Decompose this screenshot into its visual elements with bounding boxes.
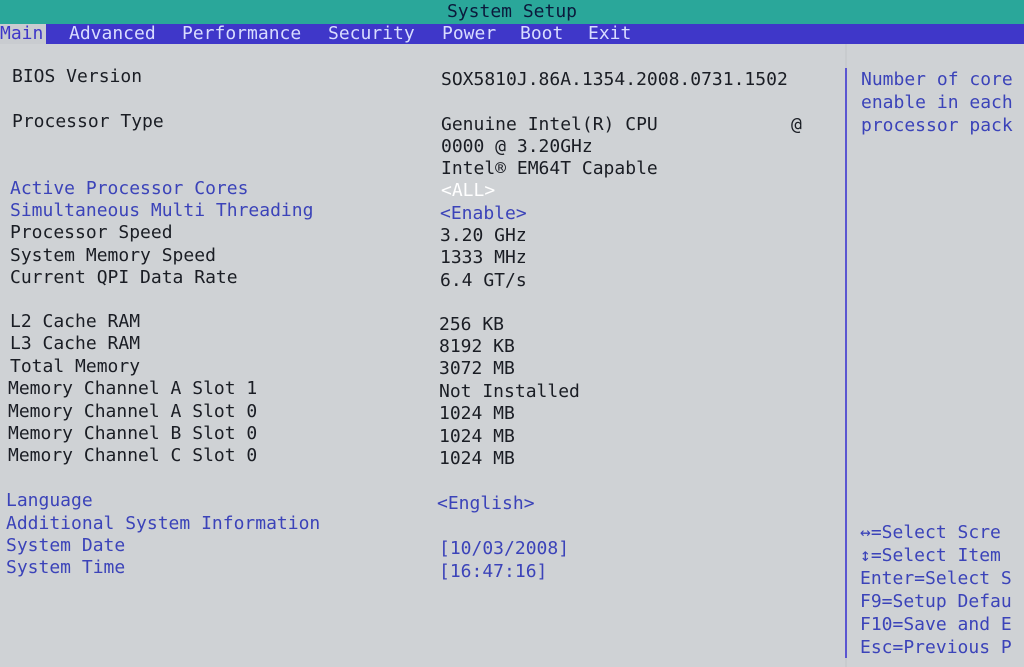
menu-tab-advanced[interactable]: Advanced (69, 24, 156, 44)
key-hint-f10-save: F10=Save and E (860, 614, 1012, 635)
l2-cache-value: 256 KB (439, 314, 505, 335)
active-processor-cores-label[interactable]: Active Processor Cores (10, 178, 248, 200)
l3-cache-label: L3 Cache RAM (10, 333, 141, 354)
l2-cache-label: L2 Cache RAM (10, 311, 141, 332)
processor-type-value-suffix: @ (791, 114, 802, 135)
bios-version-value: SOX5810J.86A.1354.2008.0731.1502 (441, 69, 788, 90)
memory-channel-a-slot-0-label: Memory Channel A Slot 0 (8, 401, 258, 422)
processor-type-value-line3: Intel® EM64T Capable (441, 158, 658, 179)
language-label[interactable]: Language (6, 490, 93, 512)
memory-channel-a-slot-1-value: Not Installed (439, 381, 580, 402)
bios-version-label: BIOS Version (12, 66, 143, 87)
menu-tab-security[interactable]: Security (328, 24, 415, 44)
system-date-value[interactable]: [10/03/2008] (439, 538, 569, 560)
smt-value[interactable]: <Enable> (440, 203, 527, 225)
help-text-line-1: Number of core (861, 69, 1013, 90)
help-text-line-2: enable in each (861, 92, 1013, 113)
processor-speed-value: 3.20 GHz (440, 225, 527, 246)
active-processor-cores-value[interactable]: <ALL> (441, 180, 495, 202)
key-hint-enter-select: Enter=Select S (860, 568, 1012, 589)
menu-tab-power[interactable]: Power (442, 24, 496, 44)
menu-tab-boot[interactable]: Boot (520, 24, 563, 44)
memory-speed-label: System Memory Speed (10, 245, 216, 266)
memory-channel-a-slot-0-value: 1024 MB (439, 403, 515, 424)
key-hint-f9-defaults: F9=Setup Defau (860, 591, 1012, 612)
processor-type-value-line2: 0000 @ 3.20GHz (441, 136, 593, 157)
system-time-value[interactable]: [16:47:16] (439, 561, 547, 583)
qpi-rate-label: Current QPI Data Rate (10, 267, 238, 288)
memory-channel-c-slot-0-value: 1024 MB (439, 448, 515, 469)
key-hint-select-item: ↕=Select Item (860, 545, 1001, 566)
processor-type-label: Processor Type (12, 111, 164, 132)
help-text-line-3: processor pack (861, 115, 1013, 136)
system-date-label[interactable]: System Date (6, 535, 125, 557)
total-memory-value: 3072 MB (439, 358, 515, 379)
memory-channel-b-slot-0-value: 1024 MB (439, 426, 515, 447)
processor-speed-label: Processor Speed (10, 222, 173, 243)
system-time-label[interactable]: System Time (6, 557, 125, 579)
menu-tab-main[interactable]: Main (0, 24, 46, 44)
menu-tab-performance[interactable]: Performance (182, 24, 301, 44)
menu-tab-exit[interactable]: Exit (588, 24, 631, 44)
memory-speed-value: 1333 MHz (440, 247, 527, 268)
key-hint-esc-previous: Esc=Previous P (860, 637, 1012, 658)
additional-system-information-link[interactable]: Additional System Information (6, 513, 320, 535)
window-title: System Setup (0, 0, 1024, 24)
total-memory-label: Total Memory (10, 356, 141, 377)
memory-channel-a-slot-1-label: Memory Channel A Slot 1 (8, 378, 258, 399)
panel-divider (845, 68, 847, 658)
processor-type-value-line1: Genuine Intel(R) CPU (441, 114, 658, 135)
smt-label[interactable]: Simultaneous Multi Threading (10, 200, 313, 222)
memory-channel-b-slot-0-label: Memory Channel B Slot 0 (8, 423, 258, 444)
memory-channel-c-slot-0-label: Memory Channel C Slot 0 (8, 445, 258, 466)
menu-bar: Main Advanced Performance Security Power… (0, 24, 1024, 44)
language-value[interactable]: <English> (437, 493, 535, 515)
key-hint-select-screen: ↔=Select Scre (860, 522, 1001, 543)
l3-cache-value: 8192 KB (439, 336, 515, 357)
qpi-rate-value: 6.4 GT/s (440, 270, 527, 291)
